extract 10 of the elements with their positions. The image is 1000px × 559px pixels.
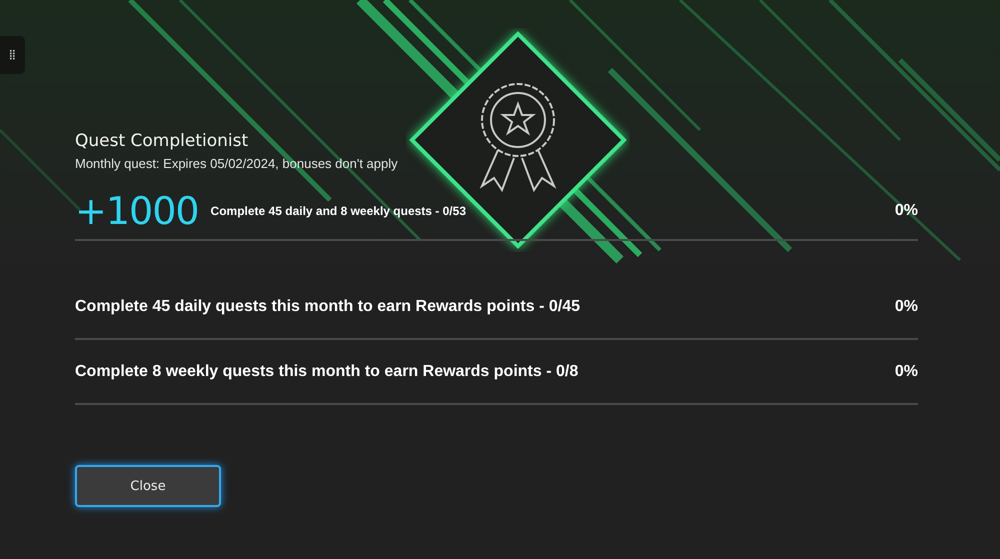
- progress-percent: 0%: [894, 298, 918, 316]
- progress-percent: 0%: [894, 202, 918, 220]
- sub-quest-text: Complete 45 daily quests this month to earn Rewards points - 0/45: [75, 298, 580, 316]
- quest-subtitle: Monthly quest: Expires 05/02/2024, bonuses don't apply: [75, 156, 399, 171]
- goal-text: Complete 45 daily and 8 weekly quests - 0/53: [210, 204, 466, 218]
- progress-percent: 0%: [894, 362, 918, 380]
- close-button[interactable]: Close: [75, 465, 221, 507]
- reward-points: +1000: [75, 191, 199, 231]
- sub-quest-text: Complete 8 weekly quests this month to earn Rewards points - 0/8: [75, 362, 578, 380]
- quest-title: Quest Completionist: [75, 130, 250, 152]
